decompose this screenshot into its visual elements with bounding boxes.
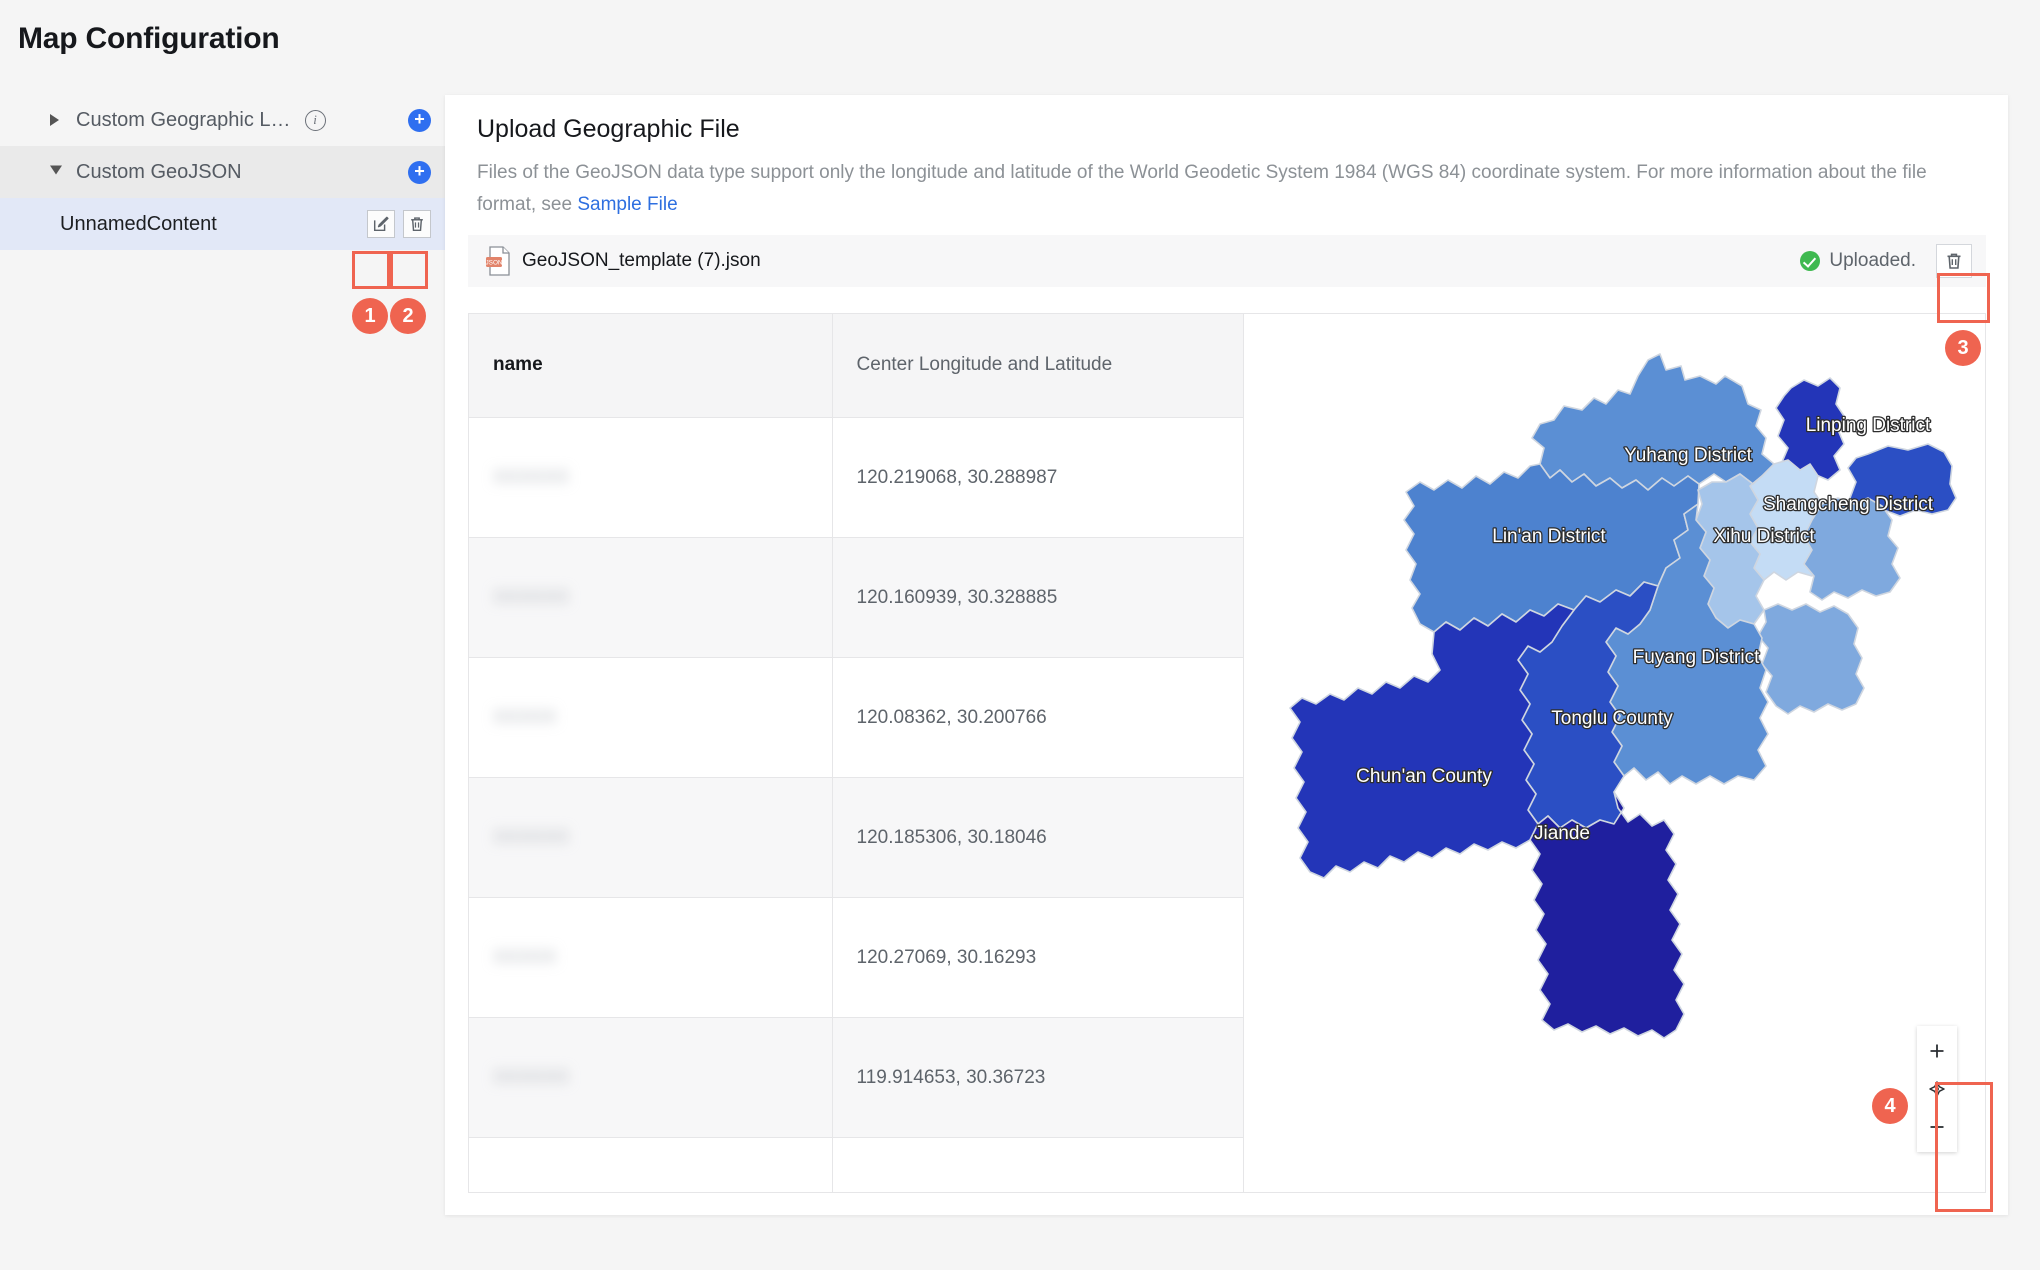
add-geojson-button[interactable]: + (408, 160, 431, 184)
sidebar-item-label: UnnamedContent (60, 212, 217, 235)
chevron-right-icon[interactable] (50, 114, 59, 126)
cell-name (469, 1137, 833, 1192)
plus-icon: + (414, 109, 425, 129)
choropleth-map[interactable]: Linping District Yuhang District Shangch… (1244, 314, 1985, 1192)
map-label-xihu-district: Xihu District (1713, 526, 1815, 547)
cell-center: 120.160939, 30.328885 (832, 537, 1245, 658)
uploaded-file-row: JSON GeoJSON_template (7).json Uploaded. (468, 235, 1986, 287)
table-row: XXXXX 120.27069, 30.16293 (469, 897, 1245, 1018)
column-header-name: name (469, 314, 833, 418)
region-yuhang-district[interactable] (1531, 353, 1775, 491)
cell-center: 120.27069, 30.16293 (832, 897, 1245, 1018)
check-circle-icon (1800, 251, 1821, 271)
step-badge-3: 3 (1945, 330, 1981, 366)
card-description: Files of the GeoJSON data type support o… (477, 157, 1957, 221)
cell-center (832, 1137, 1245, 1192)
redacted-name: XXXXXX (493, 826, 570, 848)
table-head: name Center Longitude and Latitude (469, 314, 1245, 418)
map-preview[interactable]: Linping District Yuhang District Shangch… (1244, 314, 1985, 1192)
sidebar-item-custom-geojson[interactable]: Custom GeoJSON + (0, 146, 445, 198)
map-configuration-page: Map Configuration Custom Geographic L… i… (0, 0, 2040, 1270)
row-actions (367, 210, 431, 238)
cell-name: XXXXXX (469, 777, 833, 898)
step-badge-1: 1 (352, 298, 388, 334)
map-label-linping-district: Linping District (1806, 415, 1931, 436)
trash-icon (1947, 253, 1961, 269)
table-row: XXXXXX 120.185306, 30.18046 (469, 777, 1245, 898)
delete-file-button[interactable] (1936, 244, 1972, 278)
map-label-linan-district: Lin'an District (1492, 526, 1606, 547)
redacted-name: XXXXXX (493, 1066, 570, 1088)
map-label-shangcheng-district: Shangcheng District (1763, 494, 1934, 515)
zoom-in-button[interactable] (1917, 1032, 1957, 1070)
map-label-yuhang-district: Yuhang District (1624, 445, 1753, 466)
svg-text:JSON: JSON (486, 260, 503, 267)
column-header-center: Center Longitude and Latitude (832, 314, 1245, 418)
cell-name: XXXXXX (469, 1017, 833, 1138)
cell-name: XXXXXX (469, 417, 833, 538)
trash-icon (411, 217, 423, 232)
add-geographic-layer-button[interactable]: + (408, 108, 431, 132)
page-title: Map Configuration (18, 22, 280, 55)
redacted-name: XXXXXX (493, 466, 570, 488)
plus-icon (1930, 1044, 1944, 1058)
plus-icon: + (414, 161, 425, 181)
sidebar-item-label: Custom Geographic L… (76, 108, 291, 131)
map-label-chunan-county: Chun'an County (1356, 766, 1492, 787)
redacted-name: XXXXX (493, 706, 557, 728)
geojson-table: name Center Longitude and Latitude XXXXX… (469, 314, 1245, 1192)
redacted-name: XXXXXX (493, 586, 570, 608)
table-header-row: name Center Longitude and Latitude (469, 314, 1245, 418)
map-zoom-controls[interactable] (1917, 1026, 1957, 1152)
table-row: XXXXX 120.08362, 30.200766 (469, 657, 1245, 778)
sidebar-item-custom-geographic-layer[interactable]: Custom Geographic L… i + (0, 94, 445, 146)
chevron-down-icon[interactable] (50, 165, 62, 175)
table-row: XXXXXX 120.219068, 30.288987 (469, 417, 1245, 538)
cell-name: XXXXXX (469, 537, 833, 658)
sample-file-link[interactable]: Sample File (577, 194, 677, 215)
cell-center: 119.914653, 30.36723 (832, 1017, 1245, 1138)
table-body: XXXXXX 120.219068, 30.288987 XXXXXX 120.… (469, 417, 1245, 1192)
step-badge-2: 2 (390, 298, 426, 334)
redacted-name: XXXXX (493, 946, 557, 968)
card-description-text: Files of the GeoJSON data type support o… (477, 162, 1927, 215)
uploaded-file-name: GeoJSON_template (7).json (522, 250, 761, 271)
map-label-fuyang-district: Fuyang District (1633, 647, 1760, 668)
table-row: XXXXXX 119.914653, 30.36723 (469, 1017, 1245, 1138)
recenter-icon (1929, 1081, 1945, 1097)
map-label-jiande: Jiande (1534, 823, 1590, 844)
sidebar-item-unnamed-content[interactable]: UnnamedContent (0, 198, 445, 250)
cell-name: XXXXX (469, 657, 833, 778)
region-southeast-band[interactable] (1757, 603, 1865, 715)
edit-content-button[interactable] (367, 210, 395, 238)
step-badge-4: 4 (1872, 1088, 1908, 1124)
upload-status: Uploaded. (1800, 250, 1916, 272)
minus-icon (1930, 1126, 1944, 1128)
cell-center: 120.08362, 30.200766 (832, 657, 1245, 778)
map-label-tonglu-county: Tonglu County (1551, 708, 1673, 729)
zoom-out-button[interactable] (1917, 1108, 1957, 1146)
geojson-preview-panel: name Center Longitude and Latitude XXXXX… (468, 313, 1986, 1193)
sidebar-item-label: Custom GeoJSON (76, 160, 242, 183)
table-row (469, 1137, 1245, 1192)
cell-center: 120.219068, 30.288987 (832, 417, 1245, 538)
upload-status-text: Uploaded. (1829, 250, 1916, 271)
info-icon[interactable]: i (304, 109, 326, 131)
delete-content-button[interactable] (403, 210, 431, 238)
edit-icon (373, 216, 389, 232)
upload-card: Upload Geographic File Files of the GeoJ… (445, 95, 2008, 1215)
recenter-button[interactable] (1917, 1070, 1957, 1108)
sidebar: Custom Geographic L… i + Custom GeoJSON … (0, 94, 445, 1270)
card-title: Upload Geographic File (477, 115, 740, 143)
table-row: XXXXXX 120.160939, 30.328885 (469, 537, 1245, 658)
json-file-icon: JSON (485, 246, 512, 276)
cell-center: 120.185306, 30.18046 (832, 777, 1245, 898)
cell-name: XXXXX (469, 897, 833, 1018)
